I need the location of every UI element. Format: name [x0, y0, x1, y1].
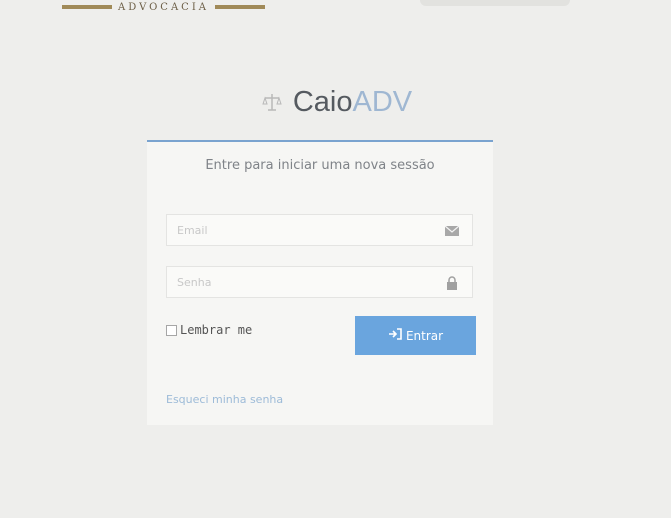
app-logo: CaioADV	[0, 82, 671, 122]
forgot-password-link[interactable]: Esqueci minha senha	[166, 393, 283, 406]
password-field[interactable]	[166, 266, 473, 298]
brand-bar-left	[62, 5, 112, 9]
remember-label: Lembrar me	[180, 323, 253, 337]
envelope-icon	[444, 223, 460, 237]
top-decoration	[420, 0, 570, 6]
brand-strip: ADVOCACIA	[62, 0, 266, 14]
password-input[interactable]	[167, 267, 447, 297]
login-button[interactable]: Entrar	[355, 316, 476, 355]
app-name: CaioADV	[293, 86, 412, 119]
remember-me[interactable]: Lembrar me	[166, 323, 252, 337]
email-field[interactable]	[166, 214, 473, 246]
brand-tagline: ADVOCACIA	[118, 1, 210, 13]
login-card: Entre para iniciar uma nova sessão Lembr…	[147, 140, 493, 425]
app-name-main: Caio	[292, 85, 353, 118]
remember-checkbox[interactable]	[166, 324, 177, 336]
login-button-label: Entrar	[405, 328, 444, 343]
email-input[interactable]	[167, 215, 447, 245]
brand-bar-right	[215, 5, 266, 9]
scales-icon	[259, 89, 285, 115]
lock-icon	[444, 275, 460, 290]
login-title: Entre para iniciar uma nova sessão	[205, 158, 435, 173]
app-name-accent: ADV	[352, 85, 413, 118]
sign-in-icon	[388, 328, 402, 343]
